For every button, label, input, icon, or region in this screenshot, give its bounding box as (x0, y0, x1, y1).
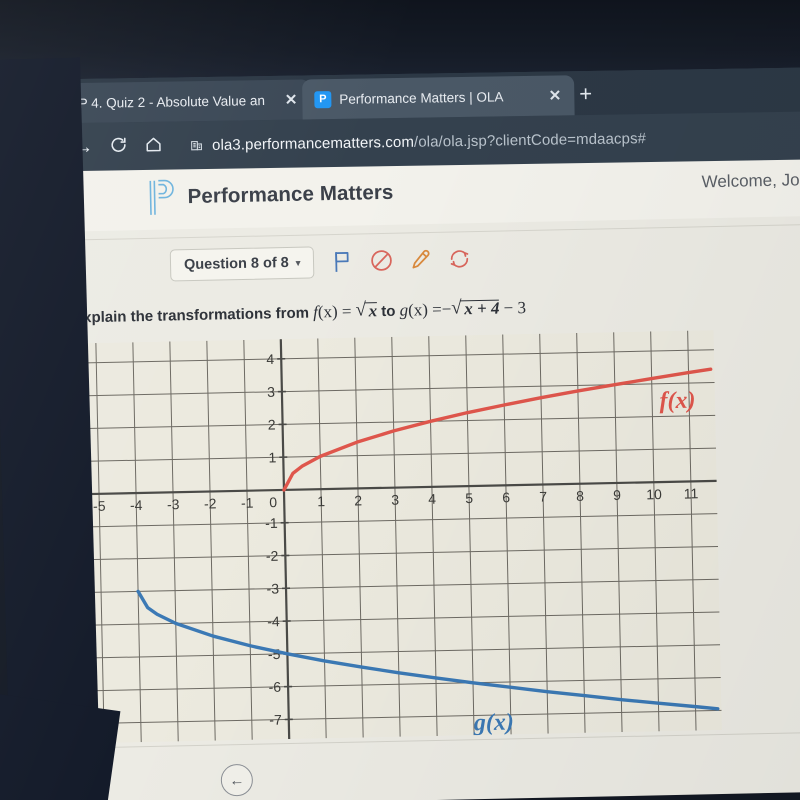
y-tick-label: 1 (268, 449, 276, 465)
browser-tab-title: MP 4. Quiz 2 - Absolute Value an (67, 92, 266, 111)
reload-icon[interactable] (109, 135, 128, 158)
x-tick-label: 10 (646, 486, 662, 502)
question-connector: to (381, 302, 396, 321)
x-tick-label: -5 (93, 498, 106, 514)
previous-question-button[interactable]: ← (220, 763, 254, 797)
address-bar[interactable]: ola3.performancematters.com/ola/ola.jsp?… (189, 130, 646, 154)
flag-icon[interactable] (330, 249, 357, 276)
browser-tab-performance-matters[interactable]: P Performance Matters | OLA ✕ (302, 75, 575, 120)
f-radical: √ x (355, 299, 377, 321)
y-tick-label: -1 (265, 515, 278, 531)
g-tail: − 3 (503, 298, 527, 318)
eliminate-icon[interactable] (369, 248, 396, 275)
equals-sign-1: = (341, 301, 352, 321)
y-tick-label: -4 (267, 613, 280, 629)
browser-tab-title: Performance Matters | OLA (339, 88, 504, 107)
x-tick-label: -3 (167, 496, 180, 512)
close-icon[interactable]: ✕ (546, 86, 565, 104)
y-tick-label: -7 (269, 712, 282, 728)
x-tick-label: -4 (130, 497, 143, 513)
y-tick-label: 3 (267, 384, 275, 400)
graph-canvas: -5 -4 -3 -2 -1 0 1 2 3 4 5 6 7 8 9 10 114321-1-2-3-4-5-6… (73, 330, 722, 744)
chevron-down-icon: ▾ (295, 257, 301, 268)
close-icon[interactable]: ✕ (282, 91, 301, 109)
y-tick-label: -2 (266, 548, 279, 564)
home-icon[interactable] (144, 134, 163, 157)
g-negative-sign: − (441, 299, 452, 319)
curve-label-gx: g(x) (473, 709, 515, 736)
f-arg: (x) (317, 301, 338, 322)
site-info-glyph (190, 140, 202, 150)
home-glyph (146, 137, 161, 152)
site-info-icon[interactable] (189, 138, 203, 152)
x-tick-label: 8 (576, 488, 584, 504)
x-tick-label: -1 (241, 495, 254, 511)
x-tick-label: 5 (465, 490, 473, 506)
y-tick-label: -6 (268, 679, 281, 695)
highlighter-glyph (412, 249, 430, 269)
equals-sign-2: = (431, 299, 442, 319)
x-tick-label: 4 (428, 491, 436, 507)
performance-matters-favicon: P (314, 90, 332, 108)
question-prompt: Explain the transformations from f(x) = … (72, 297, 527, 327)
screenshot-root: 👤 MP 4. Quiz 2 - Absolute Value an ✕ P P… (0, 0, 800, 800)
app-brand-title: Performance Matters (187, 180, 394, 209)
new-tab-button[interactable]: + (579, 81, 592, 106)
tool-buttons (330, 246, 474, 275)
x-tick-label: 3 (391, 492, 399, 508)
y-tick-label: 4 (266, 351, 274, 367)
browser-chrome: 👤 MP 4. Quiz 2 - Absolute Value an ✕ P P… (14, 67, 800, 172)
x-tick-label: 11 (684, 485, 699, 501)
function-graph: -5 -4 -3 -2 -1 0 1 2 3 4 5 6 7 8 9 10 11 4 3 2 1 -1 -2 -3 -4 -5 -6… (73, 330, 722, 744)
logo-glyph (149, 179, 174, 215)
question-selector-label: Question 8 of 8 (183, 254, 289, 274)
highlighter-icon[interactable] (408, 247, 435, 274)
app-logo[interactable]: Performance Matters (146, 174, 394, 217)
g-arg: (x) (407, 300, 429, 320)
x-tick-label: 0 (269, 494, 277, 510)
x-tick-label: 7 (539, 488, 547, 504)
g-radical: √ x + 4 (451, 297, 500, 320)
reset-icon[interactable] (447, 246, 474, 273)
url-host: ola3.performancematters.com (211, 133, 415, 154)
welcome-text: Welcome, Joseph (701, 169, 800, 192)
flag-glyph (335, 252, 349, 272)
reset-glyph (450, 250, 469, 268)
x-tick-label: 1 (317, 493, 325, 509)
x-tick-label: 2 (354, 492, 362, 508)
url-path: /ola/ola.jsp?clientCode=mdaacps# (413, 129, 647, 151)
y-tick-label: 2 (268, 417, 276, 433)
url-text: ola3.performancematters.com/ola/ola.jsp?… (212, 130, 646, 154)
pause-button[interactable]: Pause (788, 743, 800, 789)
performance-matters-logo-icon (146, 178, 177, 217)
x-tick-label: 6 (502, 489, 510, 505)
reload-glyph (111, 137, 126, 152)
question-selector[interactable]: Question 8 of 8 ▾ (169, 246, 315, 282)
web-page: Performance Matters Welcome, Joseph Ques… (48, 151, 800, 800)
curve-label-fx: f(x) (659, 388, 696, 415)
x-tick-label: 9 (613, 487, 621, 503)
y-tick-label: -3 (266, 580, 279, 596)
x-tick-label: -2 (204, 495, 217, 511)
question-lead: Explain the transformations from (72, 304, 310, 327)
question-toolbar: Question 8 of 8 ▾ (169, 243, 474, 282)
eliminate-glyph (371, 250, 393, 271)
